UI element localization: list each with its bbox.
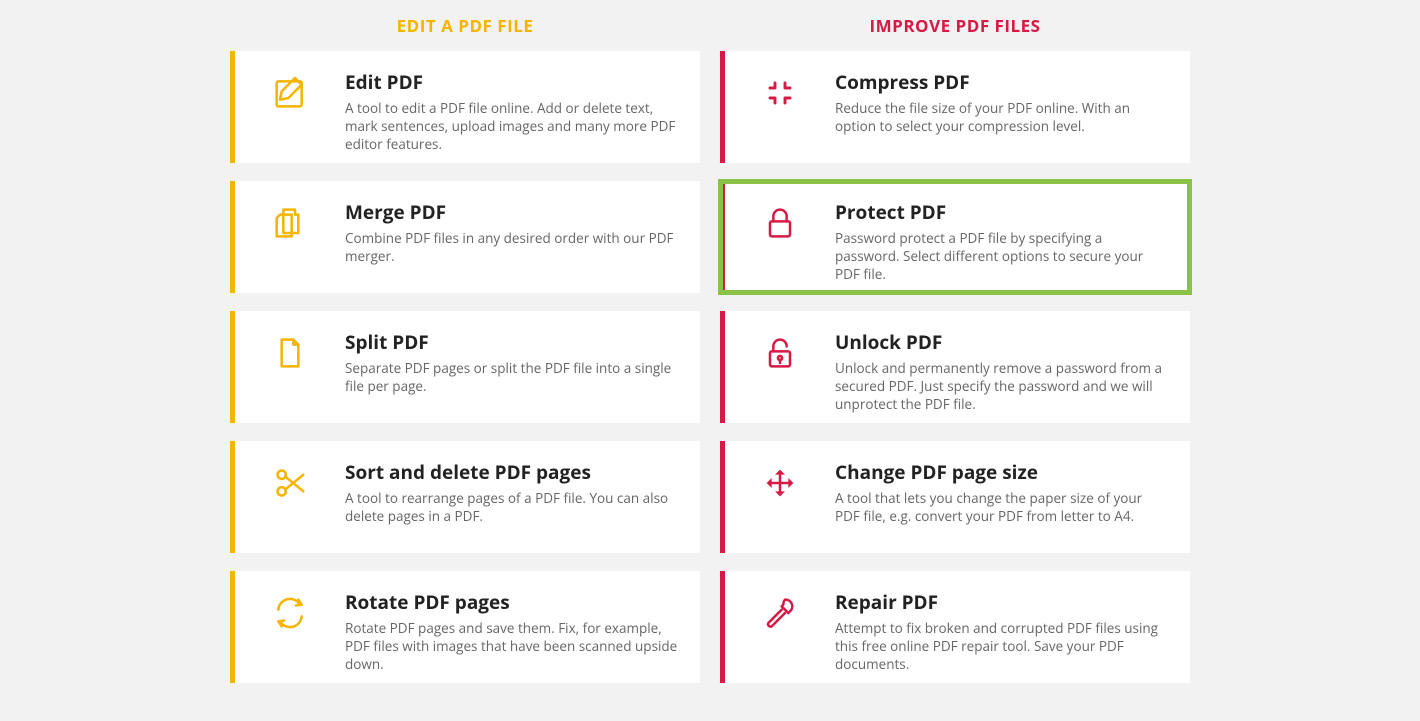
card-body: Protect PDF Password protect a PDF file … [835, 199, 1170, 284]
card-desc: Password protect a PDF file by specifyin… [835, 229, 1170, 284]
tool-card-repair[interactable]: Repair PDF Attempt to fix broken and cor… [720, 571, 1190, 683]
tool-card-protect[interactable]: Protect PDF Password protect a PDF file … [720, 181, 1190, 293]
tool-card-sort[interactable]: Sort and delete PDF pages A tool to rear… [230, 441, 700, 553]
edit-icon [235, 69, 345, 113]
repair-icon [725, 589, 835, 633]
card-body: Unlock PDF Unlock and permanently remove… [835, 329, 1170, 414]
card-title: Repair PDF [835, 589, 1170, 615]
card-body: Edit PDF A tool to edit a PDF file onlin… [345, 69, 680, 154]
card-body: Change PDF page size A tool that lets yo… [835, 459, 1170, 525]
card-title: Compress PDF [835, 69, 1170, 95]
card-desc: A tool that lets you change the paper si… [835, 489, 1170, 525]
card-title: Split PDF [345, 329, 680, 355]
sort-icon [235, 459, 345, 503]
card-title: Change PDF page size [835, 459, 1170, 485]
card-desc: Unlock and permanently remove a password… [835, 359, 1170, 414]
card-title: Merge PDF [345, 199, 680, 225]
card-body: Split PDF Separate PDF pages or split th… [345, 329, 680, 395]
card-title: Protect PDF [835, 199, 1170, 225]
card-title: Edit PDF [345, 69, 680, 95]
card-body: Rotate PDF pages Rotate PDF pages and sa… [345, 589, 680, 674]
split-icon [235, 329, 345, 373]
card-body: Merge PDF Combine PDF files in any desir… [345, 199, 680, 265]
column-heading-edit: EDIT A PDF FILE [230, 14, 700, 37]
card-title: Rotate PDF pages [345, 589, 680, 615]
card-title: Sort and delete PDF pages [345, 459, 680, 485]
column-edit: EDIT A PDF FILE Edit PDF A tool to edit … [230, 14, 700, 701]
card-desc: Rotate PDF pages and save them. Fix, for… [345, 619, 680, 674]
compress-icon [725, 69, 835, 113]
tool-card-rotate[interactable]: Rotate PDF pages Rotate PDF pages and sa… [230, 571, 700, 683]
protect-icon [725, 199, 835, 243]
tool-card-edit[interactable]: Edit PDF A tool to edit a PDF file onlin… [230, 51, 700, 163]
tool-card-split[interactable]: Split PDF Separate PDF pages or split th… [230, 311, 700, 423]
card-body: Sort and delete PDF pages A tool to rear… [345, 459, 680, 525]
merge-icon [235, 199, 345, 243]
card-title: Unlock PDF [835, 329, 1170, 355]
card-body: Compress PDF Reduce the file size of you… [835, 69, 1170, 135]
rotate-icon [235, 589, 345, 633]
tools-grid: EDIT A PDF FILE Edit PDF A tool to edit … [0, 0, 1420, 721]
column-heading-improve: IMPROVE PDF FILES [720, 14, 1190, 37]
card-desc: A tool to rearrange pages of a PDF file.… [345, 489, 680, 525]
card-body: Repair PDF Attempt to fix broken and cor… [835, 589, 1170, 674]
card-desc: Attempt to fix broken and corrupted PDF … [835, 619, 1170, 674]
resize-icon [725, 459, 835, 503]
card-desc: Reduce the file size of your PDF online.… [835, 99, 1170, 135]
tool-card-resize[interactable]: Change PDF page size A tool that lets yo… [720, 441, 1190, 553]
column-improve: IMPROVE PDF FILES Compress PDF Reduce th… [720, 14, 1190, 701]
unlock-icon [725, 329, 835, 373]
card-desc: Combine PDF files in any desired order w… [345, 229, 680, 265]
tool-card-unlock[interactable]: Unlock PDF Unlock and permanently remove… [720, 311, 1190, 423]
card-desc: A tool to edit a PDF file online. Add or… [345, 99, 680, 154]
card-desc: Separate PDF pages or split the PDF file… [345, 359, 680, 395]
tool-card-compress[interactable]: Compress PDF Reduce the file size of you… [720, 51, 1190, 163]
tool-card-merge[interactable]: Merge PDF Combine PDF files in any desir… [230, 181, 700, 293]
